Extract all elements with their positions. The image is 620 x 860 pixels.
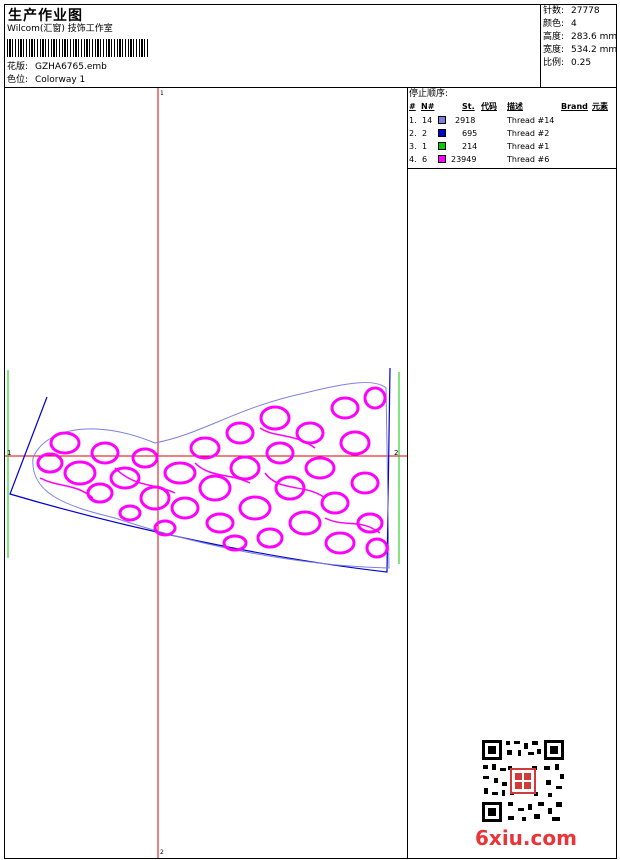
col-index: # <box>409 102 416 111</box>
row-index: 1. <box>409 116 417 125</box>
color-swatch <box>438 116 446 124</box>
row-stitches: 2918 <box>455 116 476 125</box>
stat-stitches-value: 27778 <box>571 6 600 16</box>
row-description: Thread #1 <box>507 142 550 151</box>
barcode <box>7 39 150 57</box>
stop-sequence-title: 停止顺序: <box>409 89 449 99</box>
row-index: 3. <box>409 142 417 151</box>
studio-name: Wilcom(汇窗) 技饰工作室 <box>7 24 113 34</box>
marker-right: 2 <box>394 449 398 457</box>
stat-stitches-label: 针数: <box>543 6 565 16</box>
col-needle: N# <box>421 102 435 111</box>
seal-stamp <box>510 768 536 794</box>
stat-width-label: 宽度: <box>543 45 565 55</box>
col-code: 代码 <box>481 102 497 111</box>
col-element: 元素 <box>592 102 608 111</box>
qr-code <box>480 738 566 824</box>
stat-height-label: 高度: <box>543 32 565 42</box>
row-index: 4. <box>409 155 417 164</box>
row-needle: 14 <box>422 116 433 125</box>
watermark: 6xiu.com <box>475 826 577 850</box>
row-stitches: 695 <box>462 129 478 138</box>
colorway-label: 色位: <box>7 75 29 85</box>
row-needle: 6 <box>422 155 428 164</box>
row-index: 2. <box>409 129 417 138</box>
stat-colors-value: 4 <box>571 19 577 29</box>
color-swatch <box>438 129 446 137</box>
col-stitches: St. <box>462 102 475 111</box>
marker-left: 1 <box>7 449 11 457</box>
color-swatch <box>438 155 446 163</box>
colorway-value: Colorway 1 <box>35 75 86 85</box>
row-needle: 2 <box>422 129 428 138</box>
stat-height-value: 283.6 mm <box>571 32 618 42</box>
stat-colors-label: 颜色: <box>543 19 565 29</box>
stat-width-value: 534.2 mm <box>571 45 618 55</box>
row-description: Thread #2 <box>507 129 550 138</box>
design-file: GZHA6765.emb <box>35 62 107 72</box>
col-description: 描述 <box>507 102 523 111</box>
color-swatch <box>438 142 446 150</box>
page-title: 生产作业图 <box>8 8 83 24</box>
marker-top: 1 <box>160 90 164 97</box>
row-stitches: 23949 <box>451 155 477 164</box>
marker-bottom: 2 <box>160 849 164 856</box>
row-description: Thread #6 <box>507 155 550 164</box>
embroidery-design: 1 2 1 2 <box>5 88 407 858</box>
row-stitches: 214 <box>462 142 478 151</box>
row-description: Thread #14 <box>507 116 555 125</box>
row-needle: 1 <box>422 142 428 151</box>
stat-scale-value: 0.25 <box>571 58 592 68</box>
col-brand: Brand <box>561 102 588 111</box>
stat-scale-label: 比例: <box>543 58 565 68</box>
design-label: 花版: <box>7 62 29 72</box>
